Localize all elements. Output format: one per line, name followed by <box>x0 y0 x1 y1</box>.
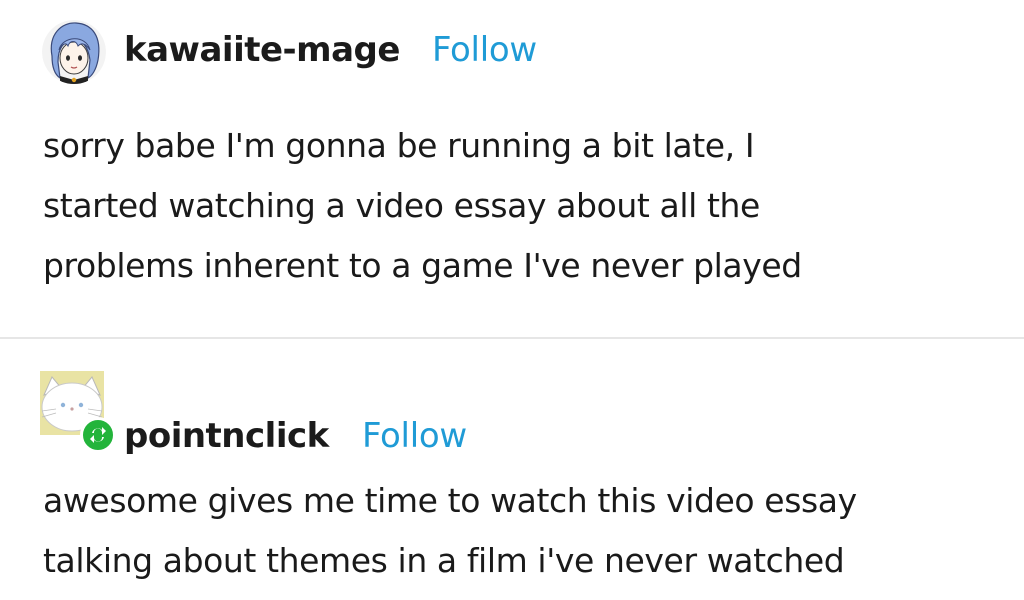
post-body: awesome gives me time to watch this vide… <box>43 471 857 591</box>
username[interactable]: pointnclick <box>124 416 329 456</box>
follow-button[interactable]: Follow <box>432 30 537 70</box>
post-body: sorry babe I'm gonna be running a bit la… <box>43 116 802 296</box>
post-body-line: started watching a video essay about all… <box>43 186 760 225</box>
post-body-line: sorry babe I'm gonna be running a bit la… <box>43 126 755 165</box>
anime-avatar-blue-hair-icon[interactable] <box>42 20 106 84</box>
post-body-line: problems inherent to a game I've never p… <box>43 246 802 285</box>
post-body-line: talking about themes in a film i've neve… <box>43 541 845 580</box>
username[interactable]: kawaiite-mage <box>124 30 400 70</box>
follow-button[interactable]: Follow <box>362 416 467 456</box>
post-pointnclick: pointnclick Follow awesome gives me time… <box>0 339 1024 600</box>
reblog-icon <box>80 417 116 453</box>
post-body-line: awesome gives me time to watch this vide… <box>43 481 857 520</box>
post-kawaiite-mage: kawaiite-mage Follow sorry babe I'm gonn… <box>0 0 1024 337</box>
